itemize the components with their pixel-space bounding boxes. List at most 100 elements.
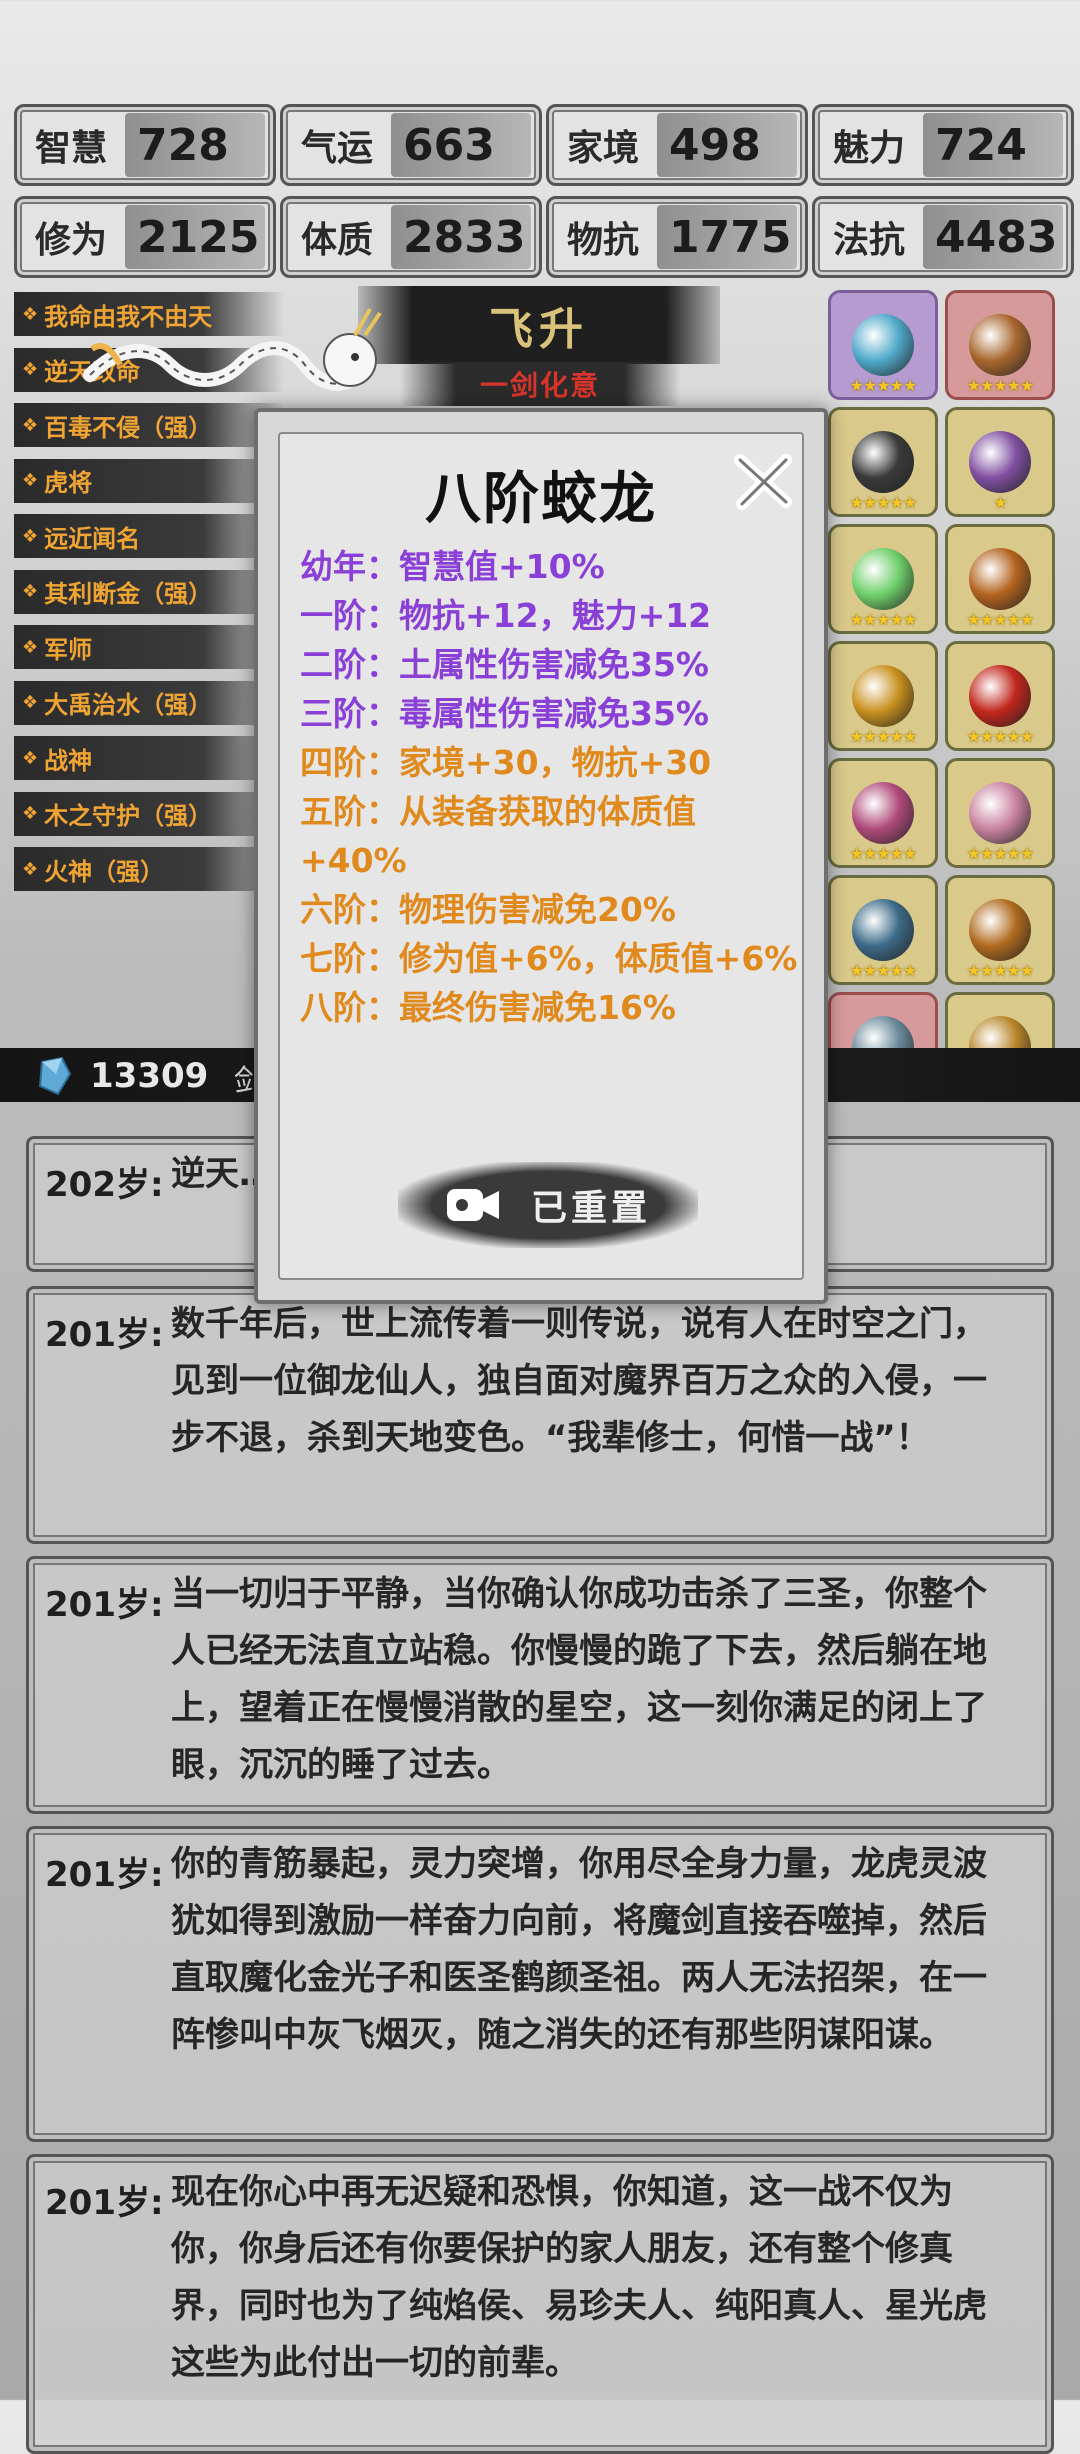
spirit-stone-icon bbox=[38, 1056, 72, 1096]
stage-effect: 物理伤害减免20% bbox=[399, 890, 676, 929]
trait-bullet-icon: ❖ bbox=[22, 525, 39, 547]
equipment-stars: ★★★★★ bbox=[966, 610, 1035, 629]
stage-effect: 智慧值+10% bbox=[399, 547, 605, 586]
close-icon[interactable] bbox=[732, 450, 794, 512]
equipment-slot[interactable]: ★ bbox=[945, 407, 1055, 517]
trait-bullet-icon: ❖ bbox=[22, 581, 39, 602]
log-age: 201岁: bbox=[45, 1585, 164, 1625]
trait-bullet-icon: ❖ bbox=[22, 803, 39, 824]
stat-value: 728 bbox=[125, 113, 265, 177]
equipment-slot[interactable]: ★★★★★ bbox=[828, 524, 938, 634]
equipment-slot[interactable]: ★★★★★ bbox=[945, 641, 1055, 751]
trait-item[interactable]: ❖ 军师 bbox=[14, 625, 284, 669]
trait-item[interactable]: ❖ 远近闻名 bbox=[14, 514, 284, 558]
stage-row: 一阶：物抗+12，魅力+12 bbox=[300, 591, 802, 640]
stage-effect: 修为值+6%，体质值+6% bbox=[399, 939, 798, 978]
equipment-item-icon bbox=[969, 314, 1031, 376]
equipment-item-icon bbox=[852, 665, 914, 727]
stat-5: 体质 2833 bbox=[280, 196, 542, 278]
stat-label: 法抗 bbox=[832, 220, 905, 261]
stage-list: 幼年：智慧值+10% 一阶：物抗+12，魅力+12 二阶：土属性伤害减免35% 三阶：… bbox=[300, 542, 802, 1032]
equipment-stars: ★ bbox=[993, 493, 1007, 512]
stat-label: 气运 bbox=[300, 128, 373, 169]
spirit-stone-count: 13309 bbox=[90, 1056, 209, 1096]
equipment-slot[interactable]: ★★★★★ bbox=[828, 641, 938, 751]
stage-label: 幼年： bbox=[300, 547, 399, 586]
equipment-slot[interactable]: ★★★★★ bbox=[828, 290, 938, 400]
equipment-slot[interactable]: ★★★★★ bbox=[945, 524, 1055, 634]
stat-0: 智慧 728 bbox=[14, 104, 276, 186]
equipment-stars: ★★★★★ bbox=[966, 961, 1035, 980]
equipment-slot[interactable]: ★★★★★ bbox=[945, 290, 1055, 400]
trait-item[interactable]: ❖ 大禹治水（强） bbox=[14, 680, 284, 725]
log-text: 现在你心中再无迟疑和恐惧，你知道，这一战不仅为你，你身后还有你要保护的家人朋友，… bbox=[171, 2172, 987, 2383]
stage-label: 三阶： bbox=[300, 694, 399, 733]
trait-label: 虎将 bbox=[44, 469, 93, 497]
equipment-stars: ★★★★★ bbox=[849, 844, 918, 863]
stage-label: 五阶： bbox=[300, 792, 399, 831]
equipment-slot[interactable]: ★★★★★ bbox=[828, 875, 938, 985]
equipment-item-icon bbox=[852, 314, 914, 376]
stat-7: 法抗 4483 bbox=[812, 196, 1074, 278]
trait-item[interactable]: ❖ 战神 bbox=[14, 736, 284, 780]
equipment-stars: ★★★★★ bbox=[849, 961, 918, 980]
stat-label: 智慧 bbox=[34, 128, 107, 169]
equipment-slot[interactable]: ★★★★★ bbox=[828, 407, 938, 517]
trait-bullet-icon: ❖ bbox=[22, 636, 39, 658]
stage-row: 五阶：从装备获取的体质值+40% bbox=[300, 787, 802, 885]
page-title: 飞升 bbox=[358, 286, 720, 364]
equipment-item-icon bbox=[969, 899, 1031, 961]
trait-label: 木之守护（强） bbox=[44, 802, 213, 830]
stat-label: 体质 bbox=[300, 220, 373, 261]
stat-label: 物抗 bbox=[566, 220, 639, 261]
stat-value: 2125 bbox=[125, 205, 265, 269]
log-age: 201岁: bbox=[45, 1855, 164, 1895]
equipment-slot[interactable]: ★★★★★ bbox=[945, 875, 1055, 985]
stage-row: 三阶：毒属性伤害减免35% bbox=[300, 689, 802, 738]
stage-effect: 毒属性伤害减免35% bbox=[399, 694, 709, 733]
stat-value: 724 bbox=[923, 113, 1063, 177]
trait-bullet-icon: ❖ bbox=[22, 359, 39, 380]
stat-label: 魅力 bbox=[832, 128, 905, 169]
stage-row: 二阶：土属性伤害减免35% bbox=[300, 640, 802, 689]
equipment-item-icon bbox=[852, 782, 914, 844]
log-entry: 201岁: 数千年后，世上流传着一则传说，说有人在时空之门，见到一位御龙仙人，独自… bbox=[26, 1286, 1054, 1544]
stage-label: 六阶： bbox=[300, 890, 399, 929]
stat-6: 物抗 1775 bbox=[546, 196, 808, 278]
equipment-slot[interactable]: ★★★★★ bbox=[828, 758, 938, 868]
stage-label: 四阶： bbox=[300, 743, 399, 782]
stat-label: 家境 bbox=[566, 128, 639, 169]
log-entry: 201岁: 当一切归于平静，当你确认你成功击杀了三圣，你整个人已经无法直立站稳。你… bbox=[26, 1556, 1054, 1814]
trait-bullet-icon: ❖ bbox=[22, 414, 39, 436]
trait-item[interactable]: ❖ 木之守护（强） bbox=[14, 791, 284, 836]
stat-value: 1775 bbox=[657, 205, 797, 269]
trait-item[interactable]: ❖ 虎将 bbox=[14, 458, 284, 503]
equipment-stars: ★★★★★ bbox=[966, 844, 1035, 863]
stage-row: 七阶：修为值+6%，体质值+6% bbox=[300, 934, 802, 983]
equipment-stars: ★★★★★ bbox=[966, 727, 1035, 746]
stat-2: 家境 498 bbox=[546, 104, 808, 186]
equipment-stars: ★★★★★ bbox=[849, 376, 918, 395]
reset-button[interactable]: 已重置 bbox=[398, 1162, 698, 1248]
equipment-stars: ★★★★★ bbox=[849, 610, 918, 629]
stat-1: 气运 663 bbox=[280, 104, 542, 186]
stage-row: 四阶：家境+30，物抗+30 bbox=[300, 738, 802, 787]
stage-label: 七阶： bbox=[300, 939, 399, 978]
equipment-slot[interactable]: ★★★★★ bbox=[945, 758, 1055, 868]
log-age: 201岁: bbox=[45, 1315, 164, 1355]
log-entry: 201岁: 现在你心中再无迟疑和恐惧，你知道，这一战不仅为你，你身后还有你要保护的… bbox=[26, 2154, 1054, 2454]
log-text: 你的青筋暴起，灵力突增，你用尽全身力量，龙虎灵波犹如得到激励一样奋力向前，将魔剑… bbox=[171, 1844, 987, 2055]
trait-bullet-icon: ❖ bbox=[22, 470, 39, 491]
trait-label: 火神（强） bbox=[44, 857, 165, 886]
trait-item[interactable]: ❖ 火神（强） bbox=[14, 847, 284, 891]
stat-value: 2833 bbox=[391, 205, 531, 269]
trait-item[interactable]: ❖ 其利断金（强） bbox=[14, 569, 284, 614]
trait-label: 其利断金（强） bbox=[44, 580, 213, 608]
stage-row: 幼年：智慧值+10% bbox=[300, 542, 802, 591]
stat-4: 修为 2125 bbox=[14, 196, 276, 278]
log-age: 201岁: bbox=[45, 2183, 164, 2223]
equipment-item-icon bbox=[852, 899, 914, 961]
stage-label: 二阶： bbox=[300, 645, 399, 684]
trait-label: 远近闻名 bbox=[44, 524, 141, 553]
stat-value: 4483 bbox=[923, 205, 1063, 269]
